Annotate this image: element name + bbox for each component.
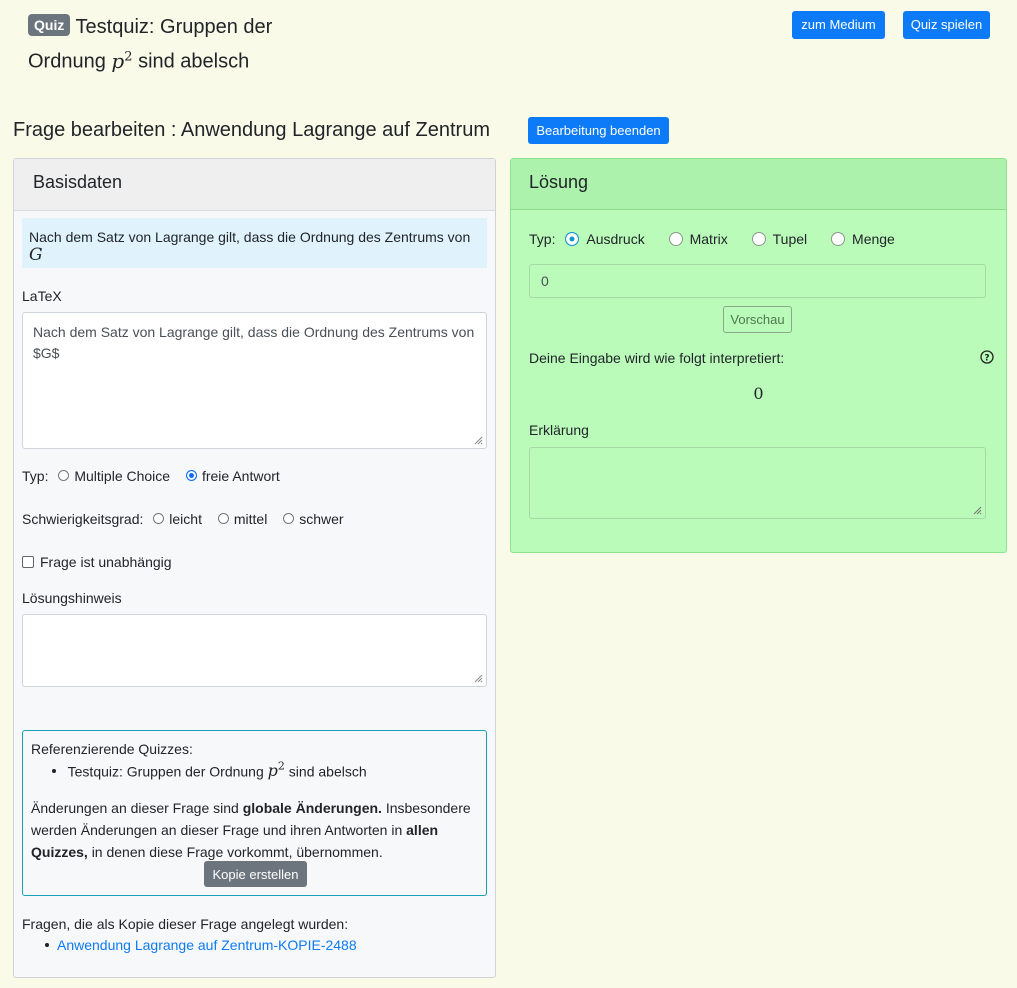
radio-matrix[interactable]: Matrix xyxy=(668,231,728,247)
radio-label: Ausdruck xyxy=(586,231,645,247)
radio-set[interactable]: Menge xyxy=(831,231,895,247)
quiz-title-math: p2 xyxy=(111,48,133,73)
radio-tuple[interactable]: Tupel xyxy=(751,231,808,247)
resize-grip-icon[interactable] xyxy=(472,434,483,445)
resize-grip-icon[interactable] xyxy=(472,672,483,683)
radio-circle-icon[interactable] xyxy=(831,232,846,246)
copies-label: Fragen, die als Kopie dieser Frage angel… xyxy=(22,916,349,932)
quiz-title-suffix: sind abelsch xyxy=(138,50,250,73)
ref-item-math: p2 xyxy=(267,760,285,781)
radio-label: freie Antwort xyxy=(201,468,280,484)
preview-button[interactable]: Vorschau xyxy=(723,306,792,333)
ref-title: Referenzierende Quizzes: xyxy=(31,741,193,757)
radio-circle-icon[interactable] xyxy=(751,232,766,246)
basis-card-title: Basisdaten xyxy=(14,159,495,211)
difficulty-group: Schwierigkeitsgrad: leicht mittel schwer xyxy=(22,511,344,527)
radio-expression[interactable]: Ausdruck xyxy=(565,231,645,247)
solution-card-title: Lösung xyxy=(511,159,1006,210)
radio-circle-icon[interactable] xyxy=(283,513,295,524)
play-quiz-button[interactable]: Quiz spielen xyxy=(903,11,990,39)
explanation-textarea[interactable] xyxy=(529,447,986,519)
quiz-title-word: Ordnung xyxy=(28,50,106,73)
question-heading: Frage bearbeiten : Anwendung Lagrange au… xyxy=(13,119,490,141)
radio-medium[interactable]: mittel xyxy=(217,511,268,527)
explanation-label: Erklärung xyxy=(529,422,589,438)
independent-label: Frage ist unabhängig xyxy=(40,554,172,570)
quiz-title-prefix: Testquiz: Gruppen der xyxy=(75,16,273,38)
independent-checkbox-row[interactable]: Frage ist unabhängig xyxy=(22,554,172,570)
latex-preview-math: G xyxy=(29,245,43,265)
difficulty-label: Schwierigkeitsgrad: xyxy=(22,511,144,527)
radio-label: Multiple Choice xyxy=(74,468,171,484)
latex-preview: Nach dem Satz von Lagrange gilt, dass di… xyxy=(22,218,487,268)
radio-label: Matrix xyxy=(689,231,728,247)
radio-checked-icon[interactable] xyxy=(565,232,580,246)
finish-editing-button[interactable]: Bearbeitung beenden xyxy=(528,117,669,144)
solution-input-value: 0 xyxy=(541,273,549,289)
radio-label: schwer xyxy=(299,511,344,527)
referencing-quizzes-box: Referenzierende Quizzes: Testquiz: Grupp… xyxy=(22,730,487,896)
hint-textarea[interactable] xyxy=(22,614,487,687)
question-circle-icon[interactable]: ? xyxy=(980,350,994,364)
radio-circle-icon[interactable] xyxy=(153,513,165,524)
to-medium-button[interactable]: zum Medium xyxy=(792,11,885,39)
global-change-warning: Änderungen an dieser Frage sind globale … xyxy=(31,800,471,860)
hint-label: Lösungshinweis xyxy=(22,590,122,606)
copy-link[interactable]: Anwendung Lagrange auf Zentrum-KOPIE-248… xyxy=(57,937,357,953)
radio-free-answer[interactable]: freie Antwort xyxy=(185,468,280,484)
radio-hard[interactable]: schwer xyxy=(283,511,344,527)
latex-label: LaTeX xyxy=(22,288,62,304)
solution-input[interactable]: 0 xyxy=(529,264,986,298)
latex-preview-text: Nach dem Satz von Lagrange gilt, dass di… xyxy=(29,229,471,245)
ref-item-suffix: sind abelsch xyxy=(288,763,367,780)
copies-list-item: Anwendung Lagrange auf Zentrum-KOPIE-248… xyxy=(45,937,357,953)
basis-card: Basisdaten Nach dem Satz von Lagrange gi… xyxy=(13,158,496,978)
radio-label: Tupel xyxy=(772,231,808,247)
checkbox-icon[interactable] xyxy=(22,556,34,568)
radio-circle-icon[interactable] xyxy=(668,232,683,246)
latex-value: Nach dem Satz von Lagrange gilt, dass di… xyxy=(33,324,475,361)
quiz-title: Quiz Testquiz: Gruppen der Ordnung p2 si… xyxy=(28,12,348,77)
radio-multiple-choice[interactable]: Multiple Choice xyxy=(58,468,170,484)
solution-type-group: Typ: Ausdruck Matrix Tupel Menge xyxy=(529,231,895,247)
ref-item-text: Testquiz: Gruppen der Ordnung xyxy=(67,763,264,780)
radio-circle-icon[interactable] xyxy=(217,513,229,524)
solution-card: Lösung Typ: Ausdruck Matrix Tupel Menge … xyxy=(510,158,1007,553)
svg-text:?: ? xyxy=(984,354,989,364)
interpreted-value: 0 xyxy=(753,384,764,403)
question-type-group: Typ: Multiple Choice freie Antwort xyxy=(22,468,280,484)
resize-grip-icon[interactable] xyxy=(971,504,982,515)
bullet-icon xyxy=(52,769,56,774)
radio-label: leicht xyxy=(169,511,202,527)
radio-circle-icon[interactable] xyxy=(58,470,70,481)
latex-textarea[interactable]: Nach dem Satz von Lagrange gilt, dass di… xyxy=(22,312,487,449)
interpret-label: Deine Eingabe wird wie folgt interpretie… xyxy=(529,350,785,366)
create-copy-button[interactable]: Kopie erstellen xyxy=(204,861,307,887)
ref-list-item: Testquiz: Gruppen der Ordnung p2 sind ab… xyxy=(52,760,367,780)
bullet-icon xyxy=(45,943,49,947)
solution-type-label: Typ: xyxy=(529,231,556,247)
radio-easy[interactable]: leicht xyxy=(153,511,202,527)
radio-label: Menge xyxy=(852,231,895,247)
question-type-label: Typ: xyxy=(22,468,49,484)
radio-checked-icon[interactable] xyxy=(185,470,197,481)
quiz-badge: Quiz xyxy=(28,14,71,36)
radio-label: mittel xyxy=(233,511,268,527)
